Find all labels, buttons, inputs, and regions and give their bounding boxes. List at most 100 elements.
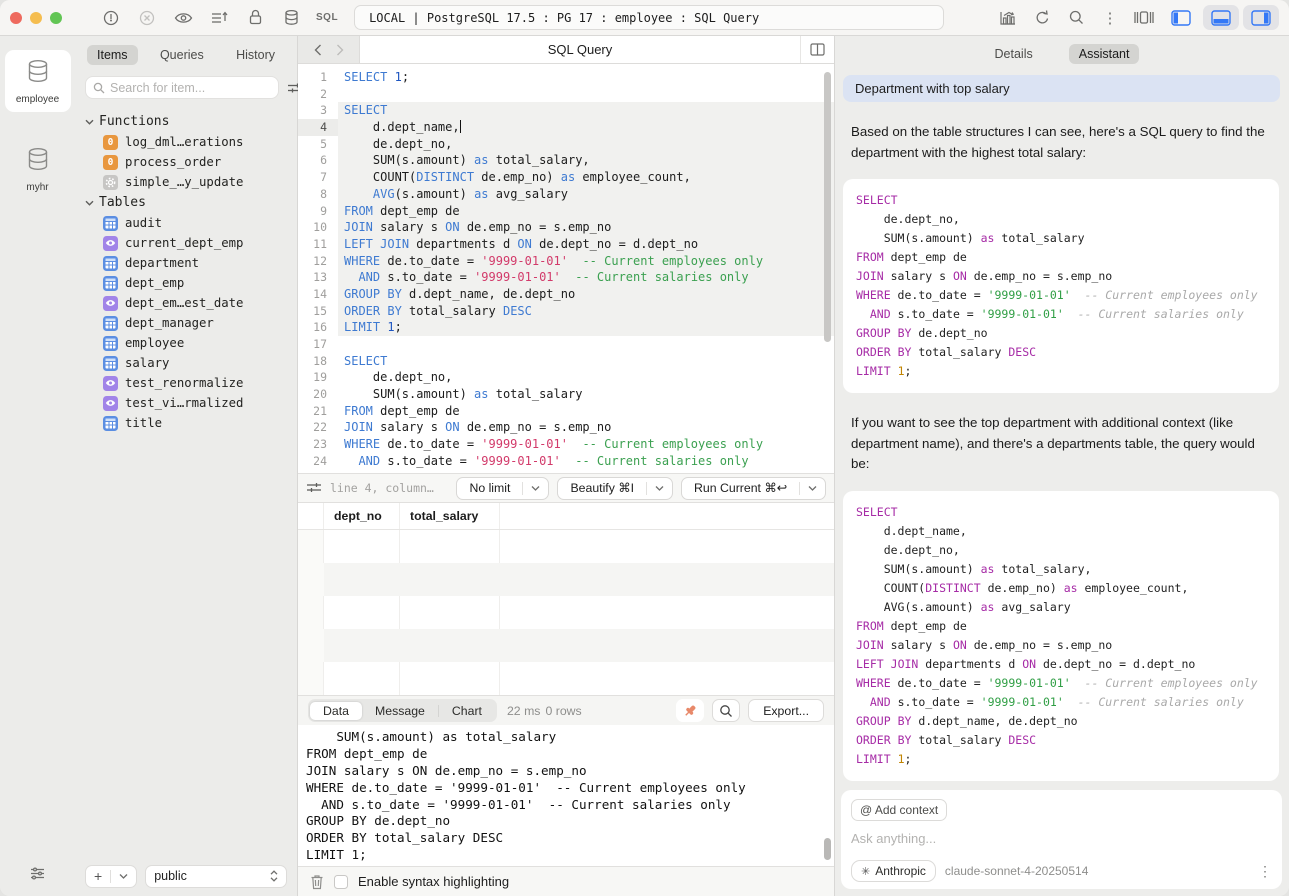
tree-item-dept_emest_date[interactable]: dept_em…est_date (85, 293, 291, 313)
tree-item-log_dmlerations[interactable]: 0log_dml…erations (85, 132, 291, 152)
add-item-plus[interactable]: + (86, 868, 110, 884)
table-icon (103, 416, 118, 431)
schema-select[interactable]: public (145, 865, 287, 888)
line-number: 20 (298, 386, 338, 403)
database-cylinder-icon (25, 147, 51, 176)
minimize-window-button[interactable] (30, 12, 42, 24)
column-header-total-salary[interactable]: total_salary (400, 503, 500, 529)
item-search-box[interactable] (85, 76, 279, 99)
tree-item-department[interactable]: department (85, 253, 291, 273)
run-current-label: Run Current ⌘↩ (682, 481, 799, 495)
connection-employee[interactable]: employee (5, 50, 71, 112)
tab-details[interactable]: Details (985, 44, 1043, 64)
connection-label: employee (16, 94, 59, 105)
tree-item-current_dept_emp[interactable]: current_dept_emp (85, 233, 291, 253)
editor-settings-icon[interactable] (306, 481, 322, 495)
add-item-chevron-icon[interactable] (111, 873, 136, 879)
tree-item-label: test_renormalize (125, 376, 243, 390)
refresh-icon[interactable] (1027, 5, 1057, 31)
toggle-left-panel-button[interactable] (1163, 5, 1199, 30)
tree-item-label: dept_manager (125, 316, 214, 330)
rail-settings-icon[interactable] (29, 866, 46, 886)
column-header-dept-no[interactable]: dept_no (324, 503, 400, 529)
tree-item-test_renormalize[interactable]: test_renormalize (85, 373, 291, 393)
toggle-bottom-panel-button[interactable] (1203, 5, 1239, 30)
output-tab-data[interactable]: Data (310, 702, 362, 720)
run-current-button[interactable]: Run Current ⌘↩ (681, 477, 826, 500)
tree-section-tables[interactable]: Tables (85, 192, 291, 213)
preview-eye-icon[interactable] (168, 5, 198, 31)
editor-scrollbar[interactable] (824, 72, 831, 342)
tree-section-functions[interactable]: Functions (85, 111, 291, 132)
row-limit-dropdown[interactable]: No limit (456, 477, 549, 500)
tab-history[interactable]: History (226, 45, 285, 65)
tab-items[interactable]: Items (87, 45, 138, 65)
ask-anything-input[interactable] (851, 831, 1272, 846)
conversation-title-banner[interactable]: Department with top salary (843, 75, 1280, 102)
tree-item-test_virmalized[interactable]: test_vi…rmalized (85, 393, 291, 413)
chart-icon[interactable] (993, 5, 1023, 31)
assistant-content[interactable]: Department with top salary Based on the … (835, 66, 1289, 782)
connection-icon[interactable] (96, 5, 126, 31)
tree-item-title[interactable]: title (85, 413, 291, 433)
sql-editor[interactable]: 1SELECT 1;23SELECT4 d.dept_name,5 de.dep… (298, 64, 834, 473)
syntax-highlighting-checkbox[interactable] (334, 875, 348, 889)
tab-forward-icon[interactable] (336, 44, 344, 56)
assistant-composer[interactable]: @ Add context ✳ Anthropic claude-sonnet-… (841, 790, 1282, 889)
database-icon[interactable] (276, 5, 306, 31)
more-options-icon[interactable]: ⋮ (1095, 5, 1125, 31)
editor-tab-sql-query[interactable]: SQL Query (360, 36, 800, 63)
export-button[interactable]: Export... (748, 699, 824, 722)
item-search-input[interactable] (110, 81, 271, 95)
tree-item-salary[interactable]: salary (85, 353, 291, 373)
center-panel-icon[interactable] (1129, 5, 1159, 31)
editor-line-19: 19 de.dept_no, (298, 369, 834, 386)
beautify-button[interactable]: Beautify ⌘I (557, 477, 673, 500)
pin-results-button[interactable] (676, 699, 704, 722)
output-tab-message[interactable]: Message (362, 702, 438, 720)
results-row[interactable] (298, 530, 834, 563)
provider-chip[interactable]: ✳ Anthropic (851, 860, 936, 882)
composer-more-icon[interactable]: ⋮ (1258, 863, 1272, 880)
tree-item-dept_emp[interactable]: dept_emp (85, 273, 291, 293)
line-number: 19 (298, 369, 338, 386)
titlebar-right-actions: ⋮ (993, 5, 1279, 31)
log-scrollbar[interactable] (824, 838, 831, 860)
commit-list-icon[interactable] (204, 5, 234, 31)
connection-myhr[interactable]: myhr (5, 138, 71, 200)
table-icon (103, 216, 118, 231)
close-window-button[interactable] (10, 12, 22, 24)
output-tabs: DataMessageChart (308, 699, 497, 722)
lock-icon[interactable] (240, 5, 270, 31)
connection-list: employee myhr (0, 50, 75, 226)
tab-queries[interactable]: Queries (150, 45, 214, 65)
results-row[interactable] (298, 629, 834, 662)
tree-item-audit[interactable]: audit (85, 213, 291, 233)
search-icon[interactable] (1061, 5, 1091, 31)
toggle-right-panel-button[interactable] (1243, 5, 1279, 30)
tree-item-label: process_order (125, 155, 221, 169)
results-row[interactable] (298, 596, 834, 629)
results-row[interactable] (298, 563, 834, 596)
search-results-button[interactable] (712, 699, 740, 722)
text-cursor (460, 120, 462, 133)
sidebar-tabs: Items Queries History (75, 36, 297, 69)
tab-assistant[interactable]: Assistant (1069, 44, 1140, 64)
tab-back-icon[interactable] (314, 44, 322, 56)
add-context-chip[interactable]: @ Add context (851, 799, 947, 821)
connection-breadcrumb[interactable]: LOCAL | PostgreSQL 17.5 : PG 17 : employ… (354, 5, 944, 30)
query-log-pane[interactable]: SUM(s.amount) as total_salaryFROM dept_e… (298, 725, 834, 866)
results-grid[interactable]: dept_no total_salary (298, 503, 834, 695)
tree-item-simple_y_update[interactable]: simple_…y_update (85, 172, 291, 192)
clear-log-trash-icon[interactable] (310, 874, 324, 890)
title-bar: SQL LOCAL | PostgreSQL 17.5 : PG 17 : em… (0, 0, 1289, 36)
tree-item-employee[interactable]: employee (85, 333, 291, 353)
add-item-button[interactable]: + (85, 865, 137, 888)
zoom-window-button[interactable] (50, 12, 62, 24)
results-row[interactable] (298, 662, 834, 695)
split-editor-icon[interactable] (800, 36, 834, 63)
disconnect-icon (132, 5, 162, 31)
output-tab-chart[interactable]: Chart (439, 702, 495, 720)
tree-item-dept_manager[interactable]: dept_manager (85, 313, 291, 333)
tree-item-process_order[interactable]: 0process_order (85, 152, 291, 172)
